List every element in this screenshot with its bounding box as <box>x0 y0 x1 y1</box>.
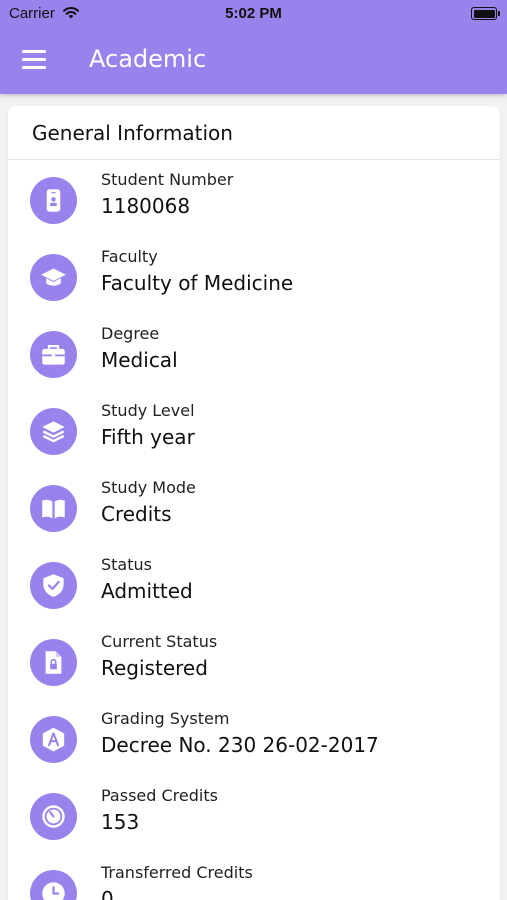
clock-icon <box>30 870 77 900</box>
info-label: Faculty <box>101 247 158 266</box>
clock-time: 5:02 PM <box>225 5 282 22</box>
info-row-transferred-credits: Transferred Credits 0 <box>8 853 500 900</box>
timer-icon <box>30 793 77 840</box>
info-row-faculty: Faculty Faculty of Medicine <box>8 237 500 314</box>
letter-a-shield-icon <box>30 716 77 763</box>
info-row-status: Status Admitted <box>8 545 500 622</box>
open-book-icon <box>30 485 77 532</box>
info-value: 0 <box>101 887 114 900</box>
info-row-degree: Degree Medical <box>8 314 500 391</box>
info-row-study-mode: Study Mode Credits <box>8 468 500 545</box>
section-title: General Information <box>8 106 500 160</box>
status-bar: Carrier 5:02 PM <box>0 0 507 28</box>
info-label: Student Number <box>101 170 234 189</box>
info-value: Registered <box>101 656 208 680</box>
info-value: 1180068 <box>101 194 191 218</box>
graduation-cap-icon <box>30 254 77 301</box>
info-label: Current Status <box>101 632 218 651</box>
info-value: Medical <box>101 348 178 372</box>
info-label: Transferred Credits <box>101 863 253 882</box>
info-label: Passed Credits <box>101 786 218 805</box>
info-value: 153 <box>101 810 140 834</box>
info-row-student-number: Student Number 1180068 <box>8 160 500 237</box>
info-row-passed-credits: Passed Credits 153 <box>8 776 500 853</box>
app-bar: Academic <box>0 28 507 94</box>
layers-icon <box>30 408 77 455</box>
id-badge-icon <box>30 177 77 224</box>
info-row-grading-system: Grading System Decree No. 230 26-02-2017 <box>8 699 500 776</box>
menu-button[interactable] <box>22 50 48 72</box>
info-value: Decree No. 230 26-02-2017 <box>101 733 379 757</box>
page-title: Academic <box>89 45 207 73</box>
info-value: Credits <box>101 502 172 526</box>
hamburger-menu-icon <box>22 50 46 53</box>
info-label: Study Mode <box>101 478 196 497</box>
shield-check-icon <box>30 562 77 609</box>
info-label: Degree <box>101 324 160 343</box>
info-row-current-status: Current Status Registered <box>8 622 500 699</box>
info-label: Study Level <box>101 401 195 420</box>
info-value: Fifth year <box>101 425 195 449</box>
general-information-card: General Information Student Number 11800… <box>8 106 500 900</box>
info-label: Status <box>101 555 152 574</box>
battery-icon <box>471 7 500 20</box>
briefcase-icon <box>30 331 77 378</box>
info-value: Admitted <box>101 579 193 603</box>
info-label: Grading System <box>101 709 230 728</box>
info-row-study-level: Study Level Fifth year <box>8 391 500 468</box>
info-value: Faculty of Medicine <box>101 271 294 295</box>
locked-document-icon <box>30 639 77 686</box>
